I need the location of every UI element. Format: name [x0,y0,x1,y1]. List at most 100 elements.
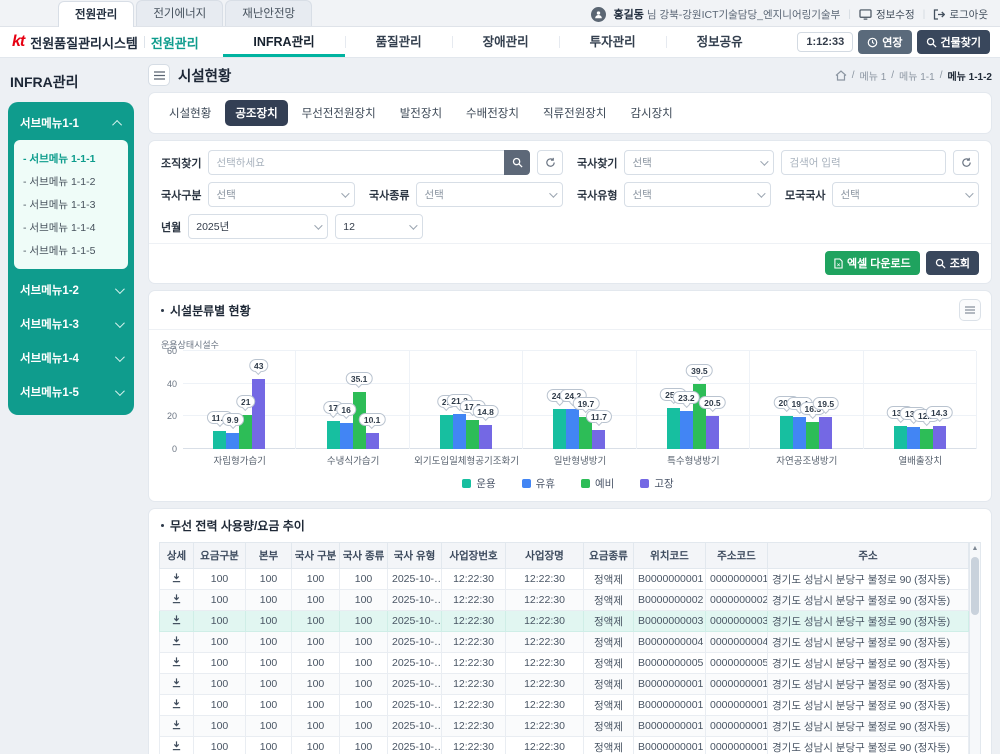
org-reset-button[interactable] [537,150,563,175]
facility-tab[interactable]: 발전장치 [390,100,452,126]
nav-item[interactable]: INFRA관리 [223,27,344,57]
chart-legend: 운용유휴예비고장 [159,467,977,493]
bar-운용 [780,416,793,449]
usage-table-card: 무선 전력 사용량/요금 추이 상세요금구분본부국사 구분국사 종류국사 유형사… [148,508,992,754]
sidebar-menu[interactable]: 서브메뉴1-2 [8,273,134,307]
logout-button[interactable]: 로그아웃 [933,7,988,22]
table-row[interactable]: 1001001001002025-10-…12:22:3012:22:30정액제… [160,590,969,611]
excel-file-icon [834,258,843,269]
table-row[interactable]: 1001001001002025-10-…12:22:3012:22:30정액제… [160,716,969,737]
nav-item[interactable]: 정보공유 [667,27,773,57]
scroll-up-icon[interactable]: ▲ [972,543,979,555]
breadcrumb-item[interactable]: 메뉴 1 [860,68,887,83]
bar-유휴 [453,414,466,449]
table-cell: 100 [292,674,340,695]
bar-value-label: 14.3 [926,406,953,419]
month-select[interactable]: 12 [335,214,423,239]
table-row[interactable]: 1001001001002025-10-…12:22:3012:22:30정액제… [160,674,969,695]
search-submit-button[interactable]: 조회 [926,251,979,275]
table-row[interactable]: 1001001001002025-10-…12:22:3012:22:30정액제… [160,611,969,632]
facility-tab[interactable]: 공조장치 [225,100,287,126]
year-select[interactable]: 2025년 [188,214,328,239]
app-tab[interactable]: 재난안전망 [225,0,312,26]
office-search-input[interactable] [781,150,946,175]
office-class-select[interactable]: 선택 [208,182,355,207]
table-cell: 12:22:30 [442,737,506,754]
table-row[interactable]: 1001001001002025-10-…12:22:3012:22:30정액제… [160,653,969,674]
bullet [161,309,164,312]
org-search-button[interactable] [504,150,530,175]
facility-tab[interactable]: 무선전전원장치 [292,100,386,126]
table-cell: 2025-10-… [388,611,442,632]
row-download-button[interactable] [171,719,182,730]
detail-cell [160,653,194,674]
detail-cell [160,590,194,611]
bar-고장 [252,379,265,449]
extend-session-button[interactable]: 연장 [858,30,911,54]
app-tab[interactable]: 전기에너지 [136,0,223,26]
facility-tab[interactable]: 시설현황 [159,100,221,126]
table-cell: 2025-10-… [388,590,442,611]
facility-tab[interactable]: 감시장치 [620,100,682,126]
scrollbar-thumb[interactable] [971,557,979,615]
office-type-select[interactable]: 선택 [624,182,771,207]
row-download-button[interactable] [171,698,182,709]
row-download-button[interactable] [171,677,182,688]
sidebar-menu[interactable]: 서브메뉴1-4 [8,341,134,375]
search-icon [926,37,937,48]
table-row[interactable]: 1001001001002025-10-…12:22:3012:22:30정액제… [160,695,969,716]
sidebar-menu[interactable]: 서브메뉴1-3 [8,307,134,341]
row-download-button[interactable] [171,656,182,667]
sidebar-menu[interactable]: 서브메뉴1-5 [8,375,134,409]
row-download-button[interactable] [171,593,182,604]
office-reset-button[interactable] [953,150,979,175]
category-label: 열배출장치 [864,449,977,467]
sidebar-submenu-item[interactable]: - 서브메뉴 1-1-1 [23,147,119,170]
search-icon [512,157,523,168]
table-cell: 100 [246,674,292,695]
app-tab[interactable]: 전원관리 [58,1,134,27]
table-cell: 0000000004 [706,632,768,653]
table-scrollbar[interactable]: ▲ ▼ [969,542,981,754]
breadcrumb-item[interactable]: 메뉴 1-1 [899,68,935,83]
bar-운용 [440,415,453,449]
home-icon[interactable] [835,70,847,81]
table-cell: 정액제 [584,737,634,754]
table-cell: 경기도 성남시 분당구 불정로 90 (정자동) [768,632,969,653]
row-download-button[interactable] [171,572,182,583]
table-cell: B0000000001 [634,569,706,590]
chevron-down-icon [115,352,125,362]
excel-download-button[interactable]: 엑셀 다운로드 [825,251,920,275]
parent-office-select[interactable]: 선택 [832,182,979,207]
divider [144,36,145,48]
sidebar-submenu-item[interactable]: - 서브메뉴 1-1-2 [23,170,119,193]
find-building-button[interactable]: 건물찾기 [917,30,990,54]
table-row[interactable]: 1001001001002025-10-…12:22:3012:22:30정액제… [160,569,969,590]
sidebar-submenu-item[interactable]: - 서브메뉴 1-1-4 [23,216,119,239]
row-download-button[interactable] [171,740,182,751]
chart-menu-button[interactable] [959,299,981,321]
table-cell: 100 [340,611,388,632]
table-cell: 2025-10-… [388,632,442,653]
nav-item[interactable]: 투자관리 [560,27,666,57]
table-row[interactable]: 1001001001002025-10-…12:22:3012:22:30정액제… [160,737,969,754]
row-download-button[interactable] [171,635,182,646]
table-cell: B0000000001 [634,695,706,716]
office-search-select[interactable]: 선택 [624,150,774,175]
sidebar-submenu-item[interactable]: - 서브메뉴 1-1-5 [23,239,119,262]
table-cell: 2025-10-… [388,569,442,590]
sidebar-menu[interactable]: 서브메뉴1-1 [8,106,134,140]
nav-item[interactable]: 품질관리 [346,27,452,57]
y-tick: 60 [167,346,177,356]
menu-toggle-button[interactable] [148,64,170,86]
facility-tab[interactable]: 직류전원장치 [533,100,616,126]
table-cell: 100 [246,611,292,632]
edit-info-button[interactable]: 정보수정 [859,7,915,22]
nav-item[interactable]: 장애관리 [453,27,559,57]
office-kind-select[interactable]: 선택 [416,182,563,207]
facility-tab[interactable]: 수배전장치 [456,100,529,126]
table-row[interactable]: 1001001001002025-10-…12:22:3012:22:30정액제… [160,632,969,653]
sidebar-submenu-item[interactable]: - 서브메뉴 1-1-3 [23,193,119,216]
org-search-input[interactable] [208,150,504,175]
row-download-button[interactable] [171,614,182,625]
